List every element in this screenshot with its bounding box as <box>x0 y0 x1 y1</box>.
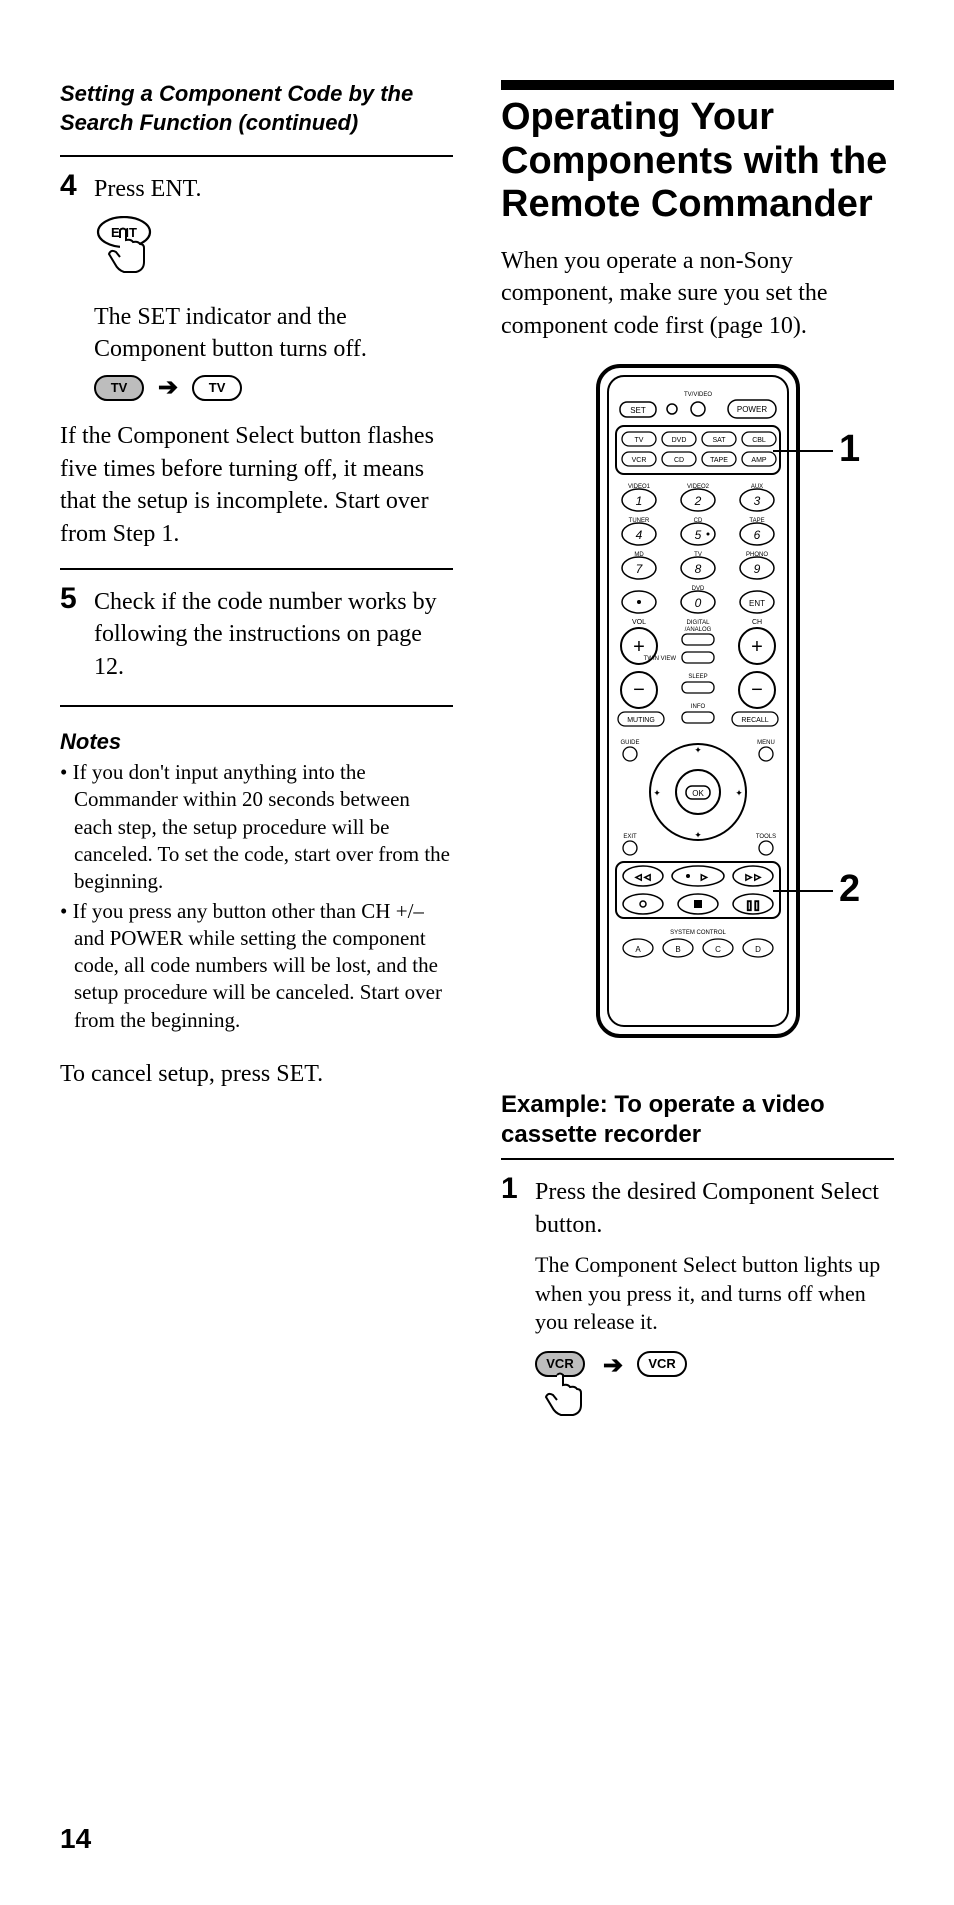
left-column: Setting a Component Code by the Search F… <box>60 80 453 1421</box>
step-5-number: 5 <box>60 584 84 683</box>
tv-pill-on: TV <box>94 375 144 401</box>
svg-text:TV: TV <box>634 437 643 444</box>
svg-text:OK: OK <box>692 789 704 798</box>
svg-text:►►: ►► <box>744 872 762 882</box>
cancel-text: To cancel setup, press SET. <box>60 1058 453 1090</box>
svg-text:RECALL: RECALL <box>741 717 768 724</box>
svg-text:TV/VIDEO: TV/VIDEO <box>683 392 711 398</box>
step-5-block: 5 Check if the code number works by foll… <box>60 568 453 707</box>
svg-text:−: − <box>633 679 645 701</box>
svg-text:VOL: VOL <box>631 619 645 626</box>
callout-2: 2 <box>839 868 860 911</box>
svg-text:D: D <box>755 945 761 954</box>
svg-text:1: 1 <box>635 494 642 508</box>
svg-text:INFO: INFO <box>690 704 705 710</box>
callout-2-line <box>773 890 833 892</box>
svg-text:4: 4 <box>635 528 642 542</box>
svg-text:ENT: ENT <box>749 599 765 608</box>
svg-text:◄◄: ◄◄ <box>634 872 652 882</box>
svg-text:8: 8 <box>694 562 701 576</box>
svg-text:✦: ✦ <box>694 830 702 840</box>
svg-text:9: 9 <box>753 562 760 576</box>
svg-text:CBL: CBL <box>752 437 766 444</box>
step-4-number: 4 <box>60 171 84 205</box>
tv-indicator-graphic: TV ➔ TV <box>94 373 453 402</box>
note-item: If you press any button other than CH +/… <box>60 898 453 1034</box>
svg-text:POWER: POWER <box>736 405 766 414</box>
step-4-detail: The SET indicator and the Component butt… <box>94 301 453 366</box>
step-4-aftertext: If the Component Select button flashes f… <box>60 420 453 550</box>
section-intro: When you operate a non-Sony component, m… <box>501 245 894 342</box>
callout-1: 1 <box>839 428 860 471</box>
svg-text:+: + <box>633 636 645 658</box>
section-title: Operating Your Components with the Remot… <box>501 96 894 227</box>
svg-text:TOOLS: TOOLS <box>755 834 775 840</box>
svg-text:✦: ✦ <box>653 788 661 798</box>
example-step-1-number: 1 <box>501 1174 525 1241</box>
example-step-1-text: Press the desired Component Select butto… <box>535 1174 894 1241</box>
svg-text:✦: ✦ <box>694 745 702 755</box>
remote-illustration: SET TV/VIDEO POWER TV DVD SAT CBL VCR CD… <box>501 362 894 1062</box>
example-step-1-detail: The Component Select button lights up wh… <box>535 1251 894 1337</box>
arrow-icon: ➔ <box>603 1351 623 1380</box>
notes-heading: Notes <box>60 729 453 755</box>
svg-text:SET: SET <box>630 406 646 415</box>
ent-button-graphic: ENT <box>94 216 453 291</box>
note-item: If you don't input anything into the Com… <box>60 759 453 895</box>
svg-text:VCR: VCR <box>631 457 646 464</box>
step-4-block: 4 Press ENT. ENT The SET indicator and t… <box>60 155 453 550</box>
svg-text:TWIN VIEW: TWIN VIEW <box>643 656 676 662</box>
step-5-text: Check if the code number works by follow… <box>94 584 453 683</box>
svg-text:/ANALOG: /ANALOG <box>684 627 711 633</box>
tv-pill-off: TV <box>192 375 242 401</box>
svg-text:TAPE: TAPE <box>710 457 728 464</box>
svg-text:0: 0 <box>694 596 701 610</box>
svg-text:SLEEP: SLEEP <box>688 674 707 680</box>
example-heading: Example: To operate a video cassette rec… <box>501 1090 894 1150</box>
svg-text:CD: CD <box>673 457 683 464</box>
svg-text:−: − <box>751 679 763 701</box>
svg-text:6: 6 <box>753 528 760 542</box>
svg-text:❚❚: ❚❚ <box>745 900 760 911</box>
svg-text:DIGITAL: DIGITAL <box>686 620 710 626</box>
arrow-icon: ➔ <box>158 373 178 402</box>
notes-list: If you don't input anything into the Com… <box>60 759 453 1034</box>
example-step-1-block: 1 Press the desired Component Select but… <box>501 1158 894 1421</box>
svg-text:A: A <box>635 945 641 954</box>
svg-text:SAT: SAT <box>712 437 726 444</box>
svg-text:SYSTEM CONTROL: SYSTEM CONTROL <box>670 930 726 936</box>
svg-text:2: 2 <box>693 494 701 508</box>
svg-text:MUTING: MUTING <box>627 717 655 724</box>
svg-text:MENU: MENU <box>757 740 775 746</box>
step-4-text: Press ENT. <box>94 171 453 205</box>
svg-text:C: C <box>715 945 721 954</box>
svg-text:AMP: AMP <box>751 457 767 464</box>
svg-text:B: B <box>675 945 680 954</box>
svg-text:3: 3 <box>753 494 760 508</box>
vcr-pill-off: VCR <box>637 1351 687 1377</box>
section-top-bar <box>501 80 894 90</box>
svg-text:5: 5 <box>694 528 701 542</box>
svg-text:EXIT: EXIT <box>623 834 637 840</box>
callout-1-line <box>773 450 833 452</box>
right-column: Operating Your Components with the Remot… <box>501 80 894 1421</box>
svg-text:DVD: DVD <box>671 437 686 444</box>
continued-heading: Setting a Component Code by the Search F… <box>60 80 453 137</box>
svg-text:+: + <box>751 636 763 658</box>
vcr-button-graphic: VCR ➔ VCR <box>535 1351 894 1421</box>
svg-text:CH: CH <box>751 619 761 626</box>
svg-text:►: ► <box>699 872 708 882</box>
page-number: 14 <box>60 1823 91 1855</box>
svg-text:GUIDE: GUIDE <box>620 740 639 746</box>
svg-text:✦: ✦ <box>735 788 743 798</box>
